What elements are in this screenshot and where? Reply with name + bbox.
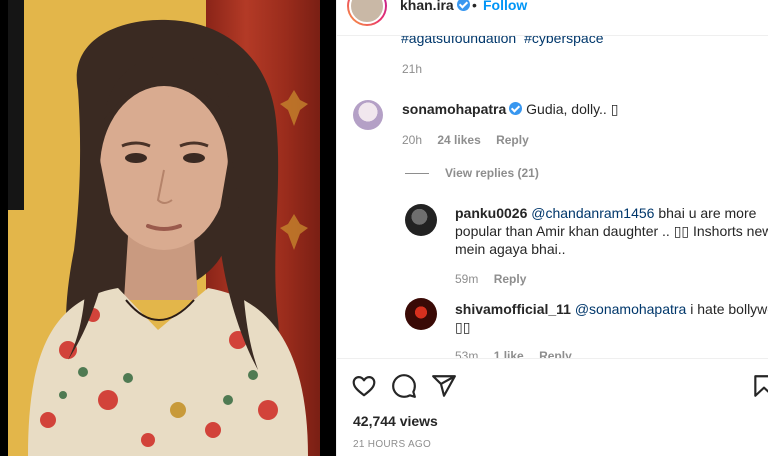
reply-text-line: popular than Amir khan daughter .. ▯▯ In… xyxy=(455,223,768,239)
comment-time: 20h xyxy=(402,133,423,147)
reply-meta: 59m Reply xyxy=(455,272,538,286)
view-replies-button[interactable]: View replies (21) xyxy=(405,166,539,180)
author-username-link[interactable]: khan.ira xyxy=(400,0,470,13)
hashtag-link[interactable]: #cyberspace xyxy=(524,36,603,46)
bookmark-icon[interactable] xyxy=(751,373,768,399)
comment-icon[interactable] xyxy=(391,373,417,399)
post-header: khan.ira • Follow xyxy=(337,0,768,36)
verified-badge-icon xyxy=(509,102,523,115)
comment-username[interactable]: sonamohapatra xyxy=(402,101,506,117)
reply-likes-link[interactable]: 1 like xyxy=(494,349,524,358)
caption-time: 21h xyxy=(402,62,423,76)
heart-icon[interactable] xyxy=(351,373,377,399)
share-icon[interactable] xyxy=(431,373,457,399)
replies-divider xyxy=(405,173,429,175)
emoji-glyph: ▯ xyxy=(610,101,619,117)
reply-reply-button[interactable]: Reply xyxy=(494,272,527,286)
post-actions: 42,744 views 21 HOURS AGO xyxy=(337,358,768,456)
reply-username[interactable]: panku0026 xyxy=(455,205,527,221)
reply-avatar[interactable] xyxy=(405,204,437,236)
reply-time: 53m xyxy=(455,349,479,358)
comment-likes-link[interactable]: 24 likes xyxy=(437,133,480,147)
caption-hashtags: #agatsufoundation #cyberspace xyxy=(401,36,608,46)
reply-avatar[interactable] xyxy=(405,298,437,330)
comment-reply-button[interactable]: Reply xyxy=(496,133,529,147)
posted-time[interactable]: 21 HOURS AGO xyxy=(353,439,431,450)
post-video[interactable] xyxy=(0,0,336,456)
comment-body: sonamohapatra Gudia, dolly.. ▯ xyxy=(402,100,618,118)
author-username: khan.ira xyxy=(400,0,454,13)
video-frame xyxy=(8,0,320,456)
reply-username[interactable]: shivamofficial_11 xyxy=(455,301,571,317)
comments-panel: khan.ira • Follow #agatsufoundation #cyb… xyxy=(336,0,768,456)
separator-dot: • xyxy=(472,0,477,13)
reply-body: shivamofficial_11 @sonamohapatra i hate … xyxy=(455,300,768,336)
person-figure xyxy=(28,19,308,456)
reply-text-line: mein agaya bhai.. xyxy=(455,241,566,257)
reply-text-line: ▯▯ xyxy=(455,319,471,335)
verified-badge-icon xyxy=(456,0,470,11)
follow-button[interactable]: Follow xyxy=(483,0,527,13)
author-avatar[interactable] xyxy=(347,0,387,26)
hashtag-link[interactable]: #agatsufoundation xyxy=(401,36,516,46)
reply-text-line: bhai u are more xyxy=(654,205,757,221)
comments-list[interactable]: #agatsufoundation #cyberspace 21h sonamo… xyxy=(337,36,768,358)
reply-body: panku0026 @chandanram1456 bhai u are mor… xyxy=(455,204,768,258)
mention-link[interactable]: @sonamohapatra xyxy=(575,301,687,317)
view-replies-label: View replies (21) xyxy=(445,166,539,180)
reply-text-line: i hate bollywood xyxy=(690,301,768,317)
commenter-avatar[interactable] xyxy=(353,100,383,130)
comment-text: Gudia, dolly.. xyxy=(526,101,611,117)
comment-meta: 20h 24 likes Reply xyxy=(402,133,541,147)
view-count[interactable]: 42,744 views xyxy=(353,413,438,429)
reply-meta: 53m 1 like Reply xyxy=(455,349,584,358)
reply-time: 59m xyxy=(455,272,479,286)
mention-link[interactable]: @chandanram1456 xyxy=(531,205,654,221)
reply-reply-button[interactable]: Reply xyxy=(539,349,572,358)
